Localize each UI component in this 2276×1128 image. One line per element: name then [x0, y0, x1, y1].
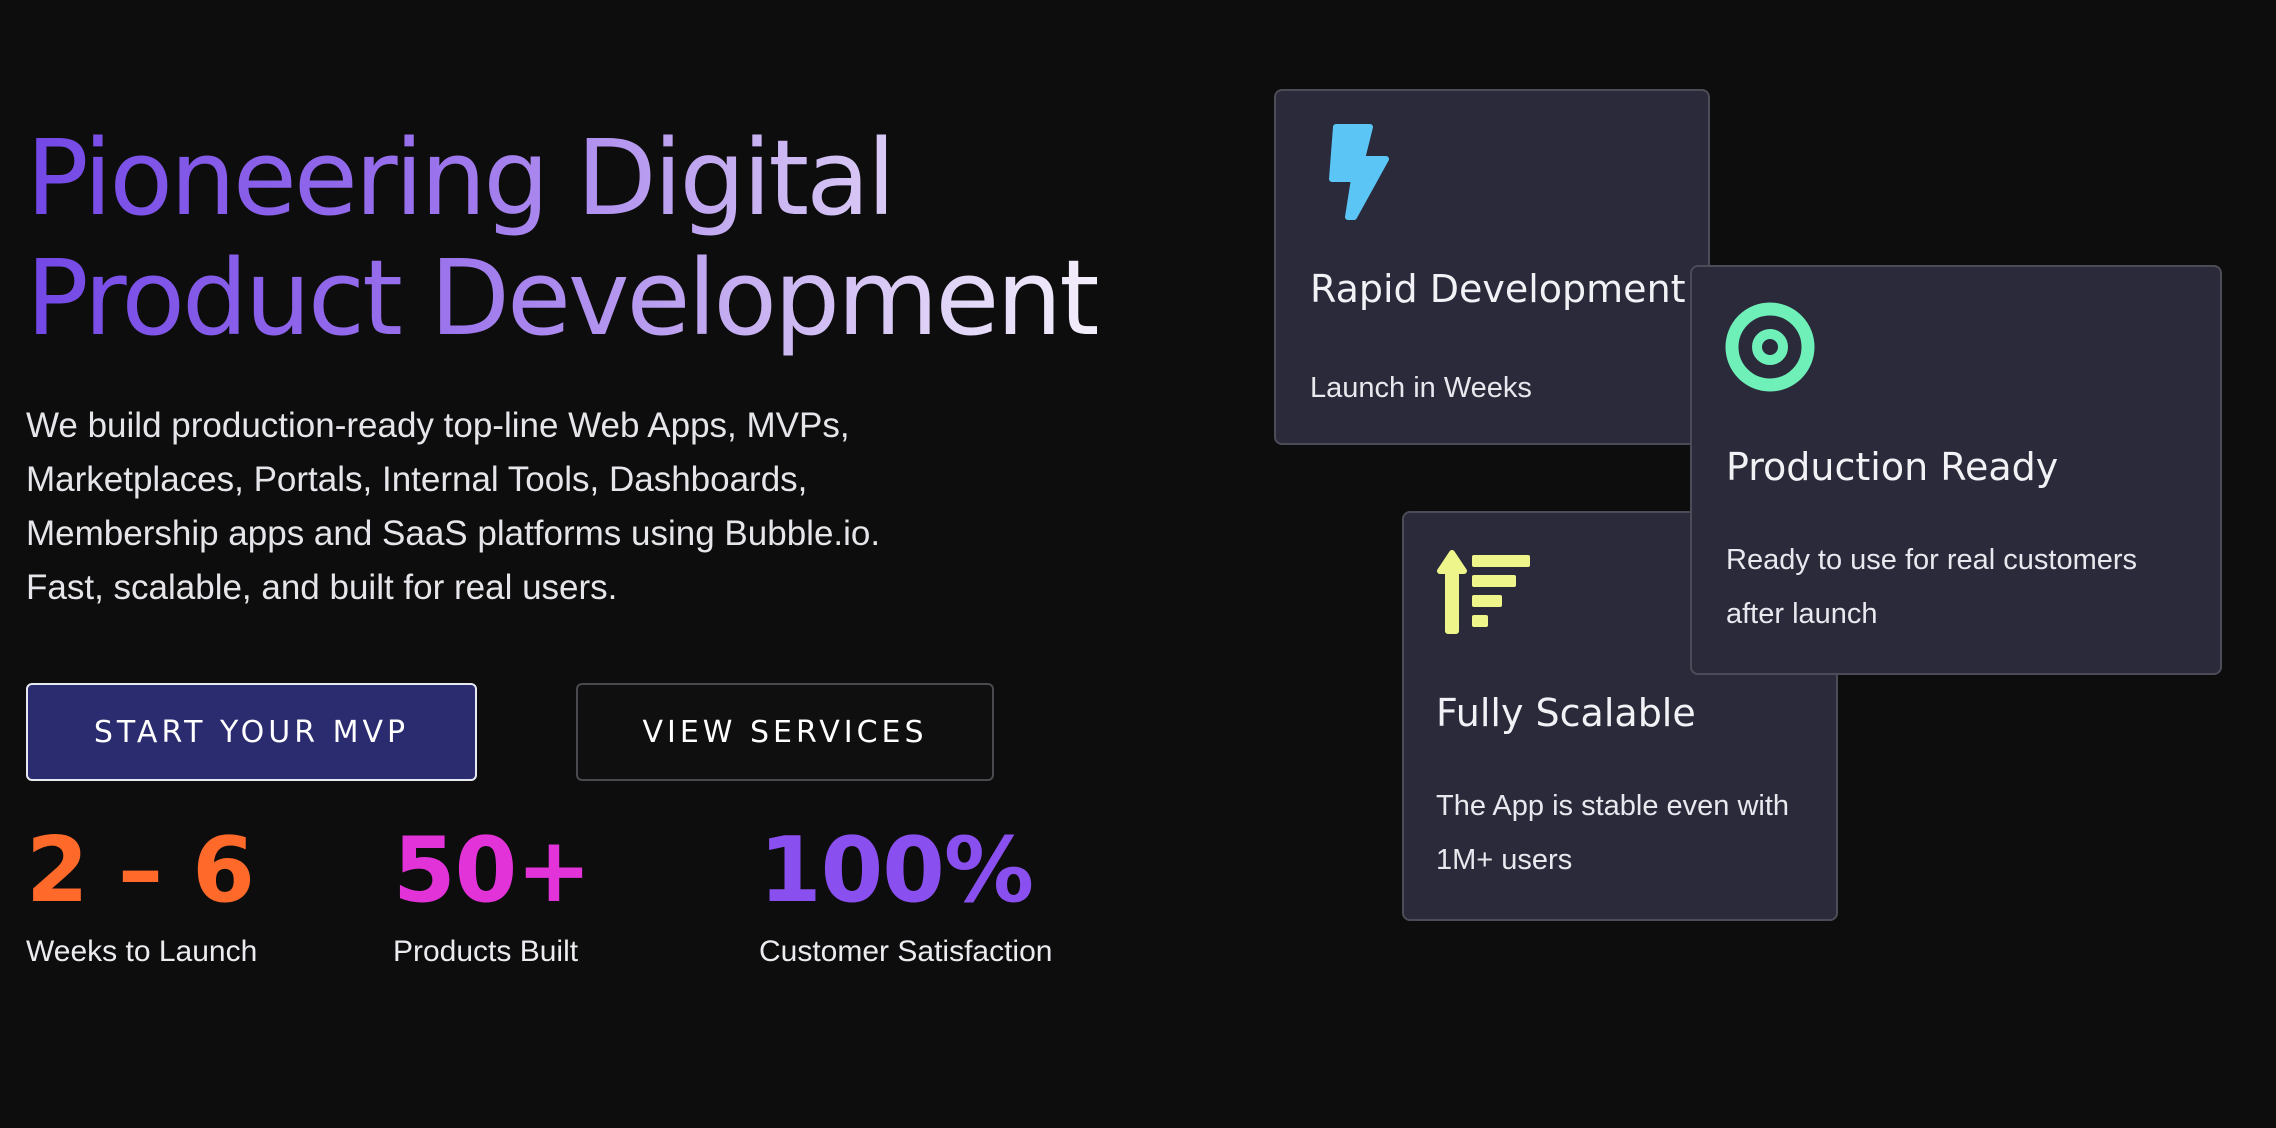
- stat-label: Weeks to Launch: [26, 935, 258, 968]
- sort-ascending-icon: [1437, 550, 1530, 634]
- stat-label: Products Built: [393, 935, 579, 968]
- card-description: The App is stable even with 1M+ users: [1436, 779, 1789, 887]
- card-rapid-development: Rapid Development Launch in Weeks: [1274, 89, 1710, 445]
- view-services-button[interactable]: VIEW SERVICES: [576, 683, 994, 781]
- card-description-line-2: 1M+ users: [1436, 844, 1573, 876]
- card-production-ready: Production Ready Ready to use for real c…: [1690, 265, 2222, 675]
- hero-description-line-1: We build production-ready top-line Web A…: [26, 406, 850, 445]
- card-description-line-1: The App is stable even with: [1436, 790, 1790, 822]
- target-icon: [1725, 302, 1815, 392]
- hero-description-line-3: Membership apps and SaaS platforms using…: [26, 514, 881, 553]
- hero-description-line-4: Fast, scalable, and built for real users…: [26, 568, 618, 607]
- stat-customer-satisfaction: 100% Customer Satisfaction: [759, 818, 1052, 972]
- lightning-icon: [1329, 124, 1389, 220]
- hero-title-line-1: Pioneering Digital: [26, 117, 893, 239]
- stat-value: 2 – 6: [26, 818, 255, 923]
- stat-weeks-to-launch: 2 – 6 Weeks to Launch: [26, 818, 257, 972]
- card-description: Launch in Weeks: [1310, 361, 1532, 415]
- card-description: Ready to use for real customers after la…: [1726, 533, 2137, 641]
- stat-value: 50+: [393, 818, 592, 923]
- card-title: Rapid Development: [1310, 267, 1686, 311]
- hero-title-line-2: Product Development: [26, 237, 1098, 359]
- stat-value: 100%: [759, 818, 1034, 923]
- hero-title: Pioneering Digital Product Development: [26, 118, 1097, 358]
- card-title: Production Ready: [1726, 445, 2059, 489]
- card-description-line-1: Ready to use for real customers: [1726, 544, 2138, 576]
- card-description-line-2: after launch: [1726, 598, 1878, 630]
- hero-description: We build production-ready top-line Web A…: [26, 399, 1046, 615]
- hero-description-line-2: Marketplaces, Portals, Internal Tools, D…: [26, 460, 808, 499]
- start-your-mvp-button[interactable]: START YOUR MVP: [26, 683, 477, 781]
- stat-label: Customer Satisfaction: [759, 935, 1053, 968]
- card-title: Fully Scalable: [1436, 691, 1696, 735]
- stat-products-built: 50+ Products Built: [393, 818, 592, 972]
- card-description-line-1: Launch in Weeks: [1310, 372, 1532, 404]
